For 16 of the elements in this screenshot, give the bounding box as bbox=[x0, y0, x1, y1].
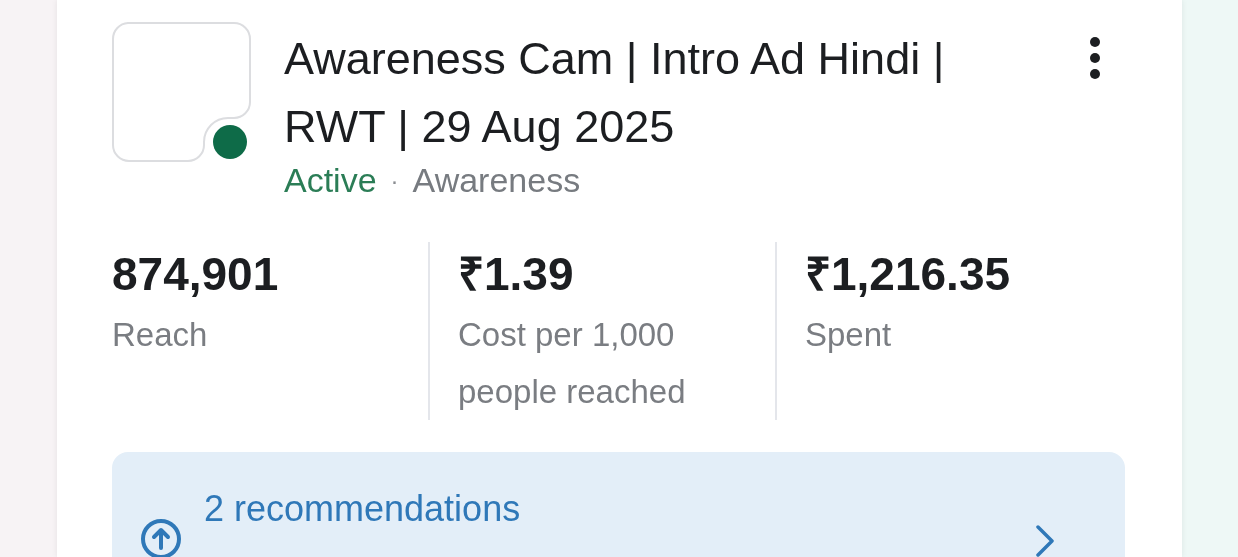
more-menu-icon[interactable] bbox=[1088, 36, 1102, 80]
campaign-title[interactable]: Awareness Cam | Intro Ad Hindi | RWT | 29 Aug 2025 bbox=[284, 25, 1004, 161]
thumbnail-icon bbox=[112, 22, 252, 162]
objective-label: Awareness bbox=[412, 161, 581, 200]
chevron-right-icon bbox=[1035, 524, 1055, 557]
status-label: Active bbox=[284, 161, 377, 200]
recommendations-text: 2 recommendations bbox=[204, 487, 521, 531]
metric-value: ₹1,216.35 bbox=[805, 247, 1011, 302]
metric-label: Reach bbox=[112, 315, 209, 355]
metric-label: Spent bbox=[805, 315, 893, 355]
status-dot-icon bbox=[212, 124, 248, 160]
recommendations-banner[interactable]: 2 recommendations bbox=[112, 452, 1125, 557]
separator-dot: · bbox=[390, 166, 399, 195]
metric-label: Cost per 1,000 people reached bbox=[458, 315, 687, 412]
metric-value: ₹1.39 bbox=[458, 247, 575, 302]
metric-value: 874,901 bbox=[112, 247, 280, 302]
